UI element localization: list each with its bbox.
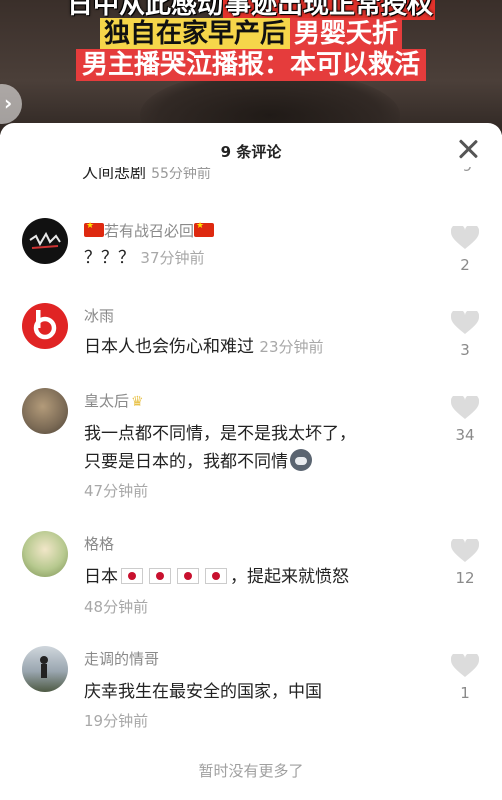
beats-logo-icon <box>33 310 57 340</box>
dog-emoji-icon <box>290 449 312 471</box>
previous-comment-time: 55分钟前 <box>151 167 211 179</box>
comment-author[interactable]: 若有战召必回 <box>84 220 215 241</box>
like-button[interactable]: 1 <box>450 654 480 702</box>
avatar[interactable] <box>22 388 68 434</box>
heart-icon <box>451 311 479 334</box>
like-button[interactable]: 3 <box>450 311 480 359</box>
comment-time: 37分钟前 <box>140 249 205 267</box>
like-count: 3 <box>460 341 470 359</box>
comment-body: ？？？ 37分钟前 <box>84 248 205 268</box>
like-button[interactable]: 2 <box>450 226 480 274</box>
comment-time: 47分钟前 <box>84 482 149 500</box>
headline-3-text: 男主播哭泣播报：本可以救活 <box>75 49 426 81</box>
crown-icon: ♛ <box>131 394 144 410</box>
heart-icon <box>451 226 479 249</box>
china-flag-icon <box>194 221 215 237</box>
comment-body: 日本人也会伤心和难过 23分钟前 <box>84 337 324 357</box>
like-count: 12 <box>455 569 475 587</box>
like-count: 1 <box>460 684 470 702</box>
side-expand-button[interactable]: › <box>0 84 22 124</box>
like-button[interactable]: 12 <box>450 539 480 587</box>
close-icon[interactable] <box>456 137 480 161</box>
comment-body: 庆幸我生在最安全的国家，中国 <box>84 682 322 702</box>
comment-sheet-header: 9 条评论 <box>0 123 502 175</box>
previous-comment-clipped: 人间悲剧 55分钟前 <box>82 167 211 179</box>
like-button[interactable]: 34 <box>450 396 480 444</box>
previous-comment-likes: 9 <box>462 167 472 175</box>
comment-body: 我一点都不同情，是不是我太坏了， 只要是日本的，我都不同情 <box>84 424 356 472</box>
comment-count-title: 9 条评论 <box>220 143 282 161</box>
japan-flag-icon <box>149 568 171 584</box>
japan-flag-icon <box>121 568 143 584</box>
chevron-right-icon: › <box>4 91 13 115</box>
comment-body: 日本 ，提起来就愤怒 <box>84 567 349 587</box>
like-count: 34 <box>455 426 475 444</box>
headline-line-3: 男主播哭泣播报：本可以救活 <box>0 44 502 81</box>
heart-icon <box>451 396 479 419</box>
avatar-calligraphy-icon <box>29 231 61 249</box>
avatar[interactable] <box>22 646 68 692</box>
japan-flag-icon <box>177 568 199 584</box>
previous-comment-text: 人间悲剧 <box>82 167 147 179</box>
like-count: 2 <box>460 256 470 274</box>
comment-time: 48分钟前 <box>84 598 149 616</box>
person-silhouette-icon <box>40 656 48 678</box>
china-flag-icon <box>84 221 104 237</box>
japan-flag-icon <box>205 568 227 584</box>
comment-author[interactable]: 走调的情哥 <box>84 648 159 669</box>
comment-author[interactable]: 冰雨 <box>84 305 114 326</box>
comment-author[interactable]: 皇太后 ♛ <box>84 390 144 411</box>
comment-time: 19分钟前 <box>84 712 149 730</box>
comment-sheet: 9 条评论 人间悲剧 55分钟前 9 若有战召必回 ？？？ 37分钟前 2 <box>0 123 502 800</box>
heart-icon <box>451 539 479 562</box>
avatar[interactable] <box>22 218 68 264</box>
comment-time: 23分钟前 <box>259 338 324 356</box>
video-player[interactable]: 日中从此感动事迹出现正常授权 独自在家早产后 男婴夭折 男主播哭泣播报：本可以救活… <box>0 0 502 135</box>
comment-author[interactable]: 格格 <box>84 533 114 554</box>
no-more-footer: 暂时没有更多了 <box>198 762 304 780</box>
avatar[interactable] <box>22 303 68 349</box>
avatar[interactable] <box>22 531 68 577</box>
heart-icon <box>451 654 479 677</box>
